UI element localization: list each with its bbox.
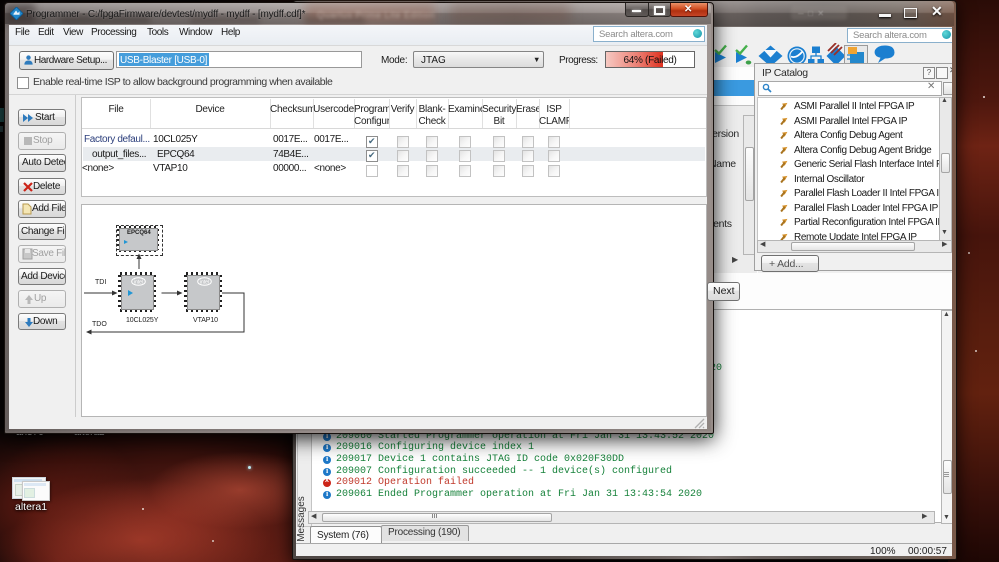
svg-text:intel: intel — [200, 280, 209, 286]
svg-text:intel: intel — [134, 280, 143, 286]
